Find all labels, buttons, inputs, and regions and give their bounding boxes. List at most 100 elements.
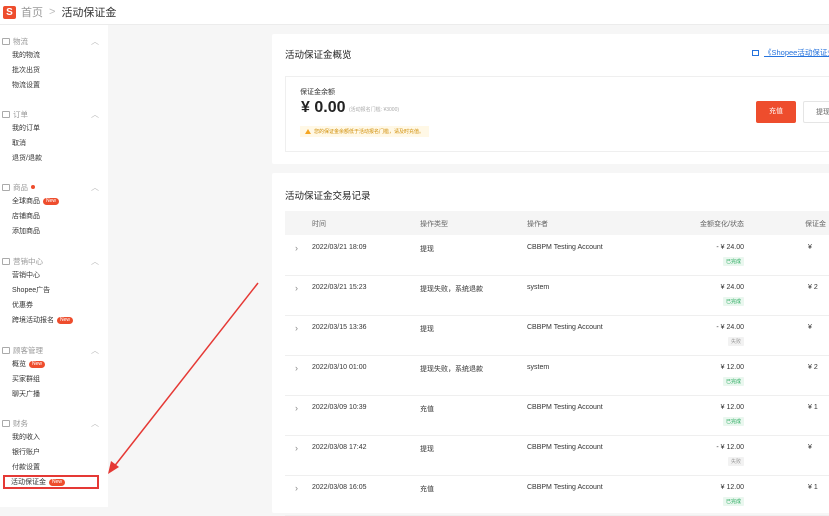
sidebar-section-header[interactable]: 商品 ︿ <box>0 180 108 194</box>
sidebar-item-batch-shipping[interactable]: 批次出货 <box>0 63 108 78</box>
table-header: 时间 操作类型 操作者 金额变化/状态 保证金 <box>285 211 829 235</box>
sidebar-section-customers: 顾客管理 ︿ 概览 New 买家群组 聊天广播 <box>0 343 108 402</box>
topup-button[interactable]: 充值 <box>756 101 796 123</box>
new-badge: New <box>57 317 74 324</box>
sidebar-item-cancellations[interactable]: 取消 <box>0 136 108 151</box>
deposit-overview-card: 活动保证金概览 《Shopee活动保证金 保证金余额 ¥ 0.00 (活动报名门… <box>272 34 829 164</box>
table-row[interactable]: › 2022/03/21 15:23 提现失败，系统退款 system ¥ 24.00 已… <box>285 275 829 316</box>
withdraw-button[interactable]: 提现 <box>803 101 829 123</box>
cell-balance: ¥ <box>808 244 812 251</box>
cell-balance: ¥ 2 <box>808 364 818 371</box>
status-badge: 已完成 <box>722 297 744 306</box>
expand-chevron-icon[interactable]: › <box>295 403 298 413</box>
column-type[interactable]: 操作类型 <box>420 219 448 229</box>
new-badge: New <box>29 361 46 368</box>
table-row[interactable]: › 2022/03/10 01:00 提现失败，系统退款 system ¥ 12.00 已… <box>285 355 829 396</box>
sidebar-item-shop-products[interactable]: 店铺商品 <box>0 209 108 224</box>
cell-amount: - ¥ 24.00 <box>716 244 744 251</box>
sidebar-section-orders: 订单 ︿ 我的订单 取消 退货/退款 <box>0 107 108 166</box>
column-time[interactable]: 时间 <box>312 219 326 229</box>
sidebar-section-header[interactable]: 订单 ︿ <box>0 107 108 121</box>
cell-type: 充值 <box>420 406 434 413</box>
cell-type: 提现 <box>420 446 434 453</box>
expand-chevron-icon[interactable]: › <box>295 483 298 493</box>
sidebar-item-overview[interactable]: 概览 New <box>0 357 108 372</box>
status-badge: 失败 <box>727 337 744 346</box>
section-title: 财务 <box>13 418 28 428</box>
table-row[interactable]: › 2022/03/08 16:05 充值 CBBPM Testing Account… <box>285 475 829 516</box>
tag-icon <box>2 257 10 265</box>
table-row[interactable]: › 2022/03/08 17:42 提现 CBBPM Testing Account… <box>285 435 829 476</box>
table-row[interactable]: › 2022/03/09 10:39 充值 CBBPM Testing Account… <box>285 395 829 436</box>
sidebar-item-bank-accounts[interactable]: 银行账户 <box>0 445 108 460</box>
sidebar-item-vouchers[interactable]: 优惠券 <box>0 298 108 313</box>
guide-link-label: 《Shopee活动保证金 <box>764 48 829 57</box>
notification-dot <box>31 185 35 189</box>
section-title: 订单 <box>13 109 28 119</box>
chevron-up-icon[interactable]: ︿ <box>91 418 99 429</box>
top-bar: S 首页 > 活动保证金 <box>0 0 829 25</box>
cell-time: 2022/03/10 01:00 <box>312 364 367 371</box>
expand-chevron-icon[interactable]: › <box>295 243 298 253</box>
cell-type: 充值 <box>420 486 434 493</box>
breadcrumb-home[interactable]: 首页 <box>21 4 43 20</box>
sidebar-item-buyer-groups[interactable]: 买家群组 <box>0 372 108 387</box>
chevron-up-icon[interactable]: ︿ <box>91 36 99 47</box>
status-badge: 已完成 <box>722 257 744 266</box>
column-amount-status[interactable]: 金额变化/状态 <box>700 219 744 229</box>
sidebar-section-finance: 财务 ︿ 我的收入 银行账户 付款设置 活动保证金 New <box>0 416 108 489</box>
sidebar-item-my-orders[interactable]: 我的订单 <box>0 121 108 136</box>
section-title: 营销中心 <box>13 256 43 266</box>
cell-balance: ¥ 2 <box>808 284 818 291</box>
balance-amount: ¥ 0.00 <box>301 99 346 116</box>
sidebar-section-header[interactable]: 顾客管理 ︿ <box>0 343 108 357</box>
chevron-up-icon[interactable]: ︿ <box>91 345 99 356</box>
sidebar-section-header[interactable]: 营销中心 ︿ <box>0 254 108 268</box>
expand-chevron-icon[interactable]: › <box>295 443 298 453</box>
item-label: 活动保证金 <box>11 478 46 486</box>
table-row[interactable]: › 2022/03/21 18:09 提现 CBBPM Testing Account… <box>285 235 829 276</box>
expand-chevron-icon[interactable]: › <box>295 363 298 373</box>
cell-balance: ¥ 1 <box>808 404 818 411</box>
sidebar-item-campaign-registration[interactable]: 跨境活动报名 New <box>0 313 108 328</box>
column-balance[interactable]: 保证金 <box>805 219 826 229</box>
sidebar-section-header[interactable]: 物流 ︿ <box>0 34 108 48</box>
cell-operator: CBBPM Testing Account <box>527 444 603 451</box>
cell-operator: system <box>527 364 550 371</box>
sidebar-item-add-product[interactable]: 添加商品 <box>0 224 108 239</box>
column-operator[interactable]: 操作者 <box>527 219 548 229</box>
chevron-up-icon[interactable]: ︿ <box>91 109 99 120</box>
table-row[interactable]: › 2022/03/15 13:36 提现 CBBPM Testing Account… <box>285 315 829 356</box>
sidebar-item-global-products[interactable]: 全球商品 New <box>0 194 108 209</box>
shopee-logo-icon[interactable]: S <box>3 5 16 19</box>
cell-time: 2022/03/21 18:09 <box>312 244 367 251</box>
sidebar-item-my-logistics[interactable]: 我的物流 <box>0 48 108 63</box>
status-badge: 已完成 <box>722 417 744 426</box>
cell-operator: CBBPM Testing Account <box>527 324 603 331</box>
sidebar-item-returns[interactable]: 退货/退款 <box>0 151 108 166</box>
cell-type: 提现 <box>420 326 434 333</box>
cell-balance: ¥ <box>808 324 812 331</box>
sidebar-item-chat-broadcast[interactable]: 聊天广播 <box>0 387 108 402</box>
records-title: 活动保证金交易记录 <box>285 191 371 202</box>
sidebar-item-marketing-center[interactable]: 营销中心 <box>0 268 108 283</box>
sidebar-item-payment-settings[interactable]: 付款设置 <box>0 460 108 475</box>
expand-chevron-icon[interactable]: › <box>295 283 298 293</box>
cell-operator: CBBPM Testing Account <box>527 244 603 251</box>
sidebar-item-my-income[interactable]: 我的收入 <box>0 430 108 445</box>
warning-icon <box>305 129 311 134</box>
sidebar-section-header[interactable]: 财务 ︿ <box>0 416 108 430</box>
threshold-note: (活动报名门槛: ¥3000) <box>349 107 400 113</box>
sidebar-item-logistics-settings[interactable]: 物流设置 <box>0 78 108 93</box>
cell-type: 提现失败，系统退款 <box>420 366 483 373</box>
sidebar-item-campaign-deposit[interactable]: 活动保证金 New <box>3 475 99 489</box>
status-badge: 已完成 <box>722 497 744 506</box>
section-title: 商品 <box>13 182 28 192</box>
chevron-up-icon[interactable]: ︿ <box>91 256 99 267</box>
cell-amount: ¥ 24.00 <box>720 284 744 291</box>
sidebar-item-shopee-ads[interactable]: Shopee广告 <box>0 283 108 298</box>
product-icon <box>2 183 10 191</box>
guide-link[interactable]: 《Shopee活动保证金 <box>752 47 829 58</box>
expand-chevron-icon[interactable]: › <box>295 323 298 333</box>
chevron-up-icon[interactable]: ︿ <box>91 182 99 193</box>
